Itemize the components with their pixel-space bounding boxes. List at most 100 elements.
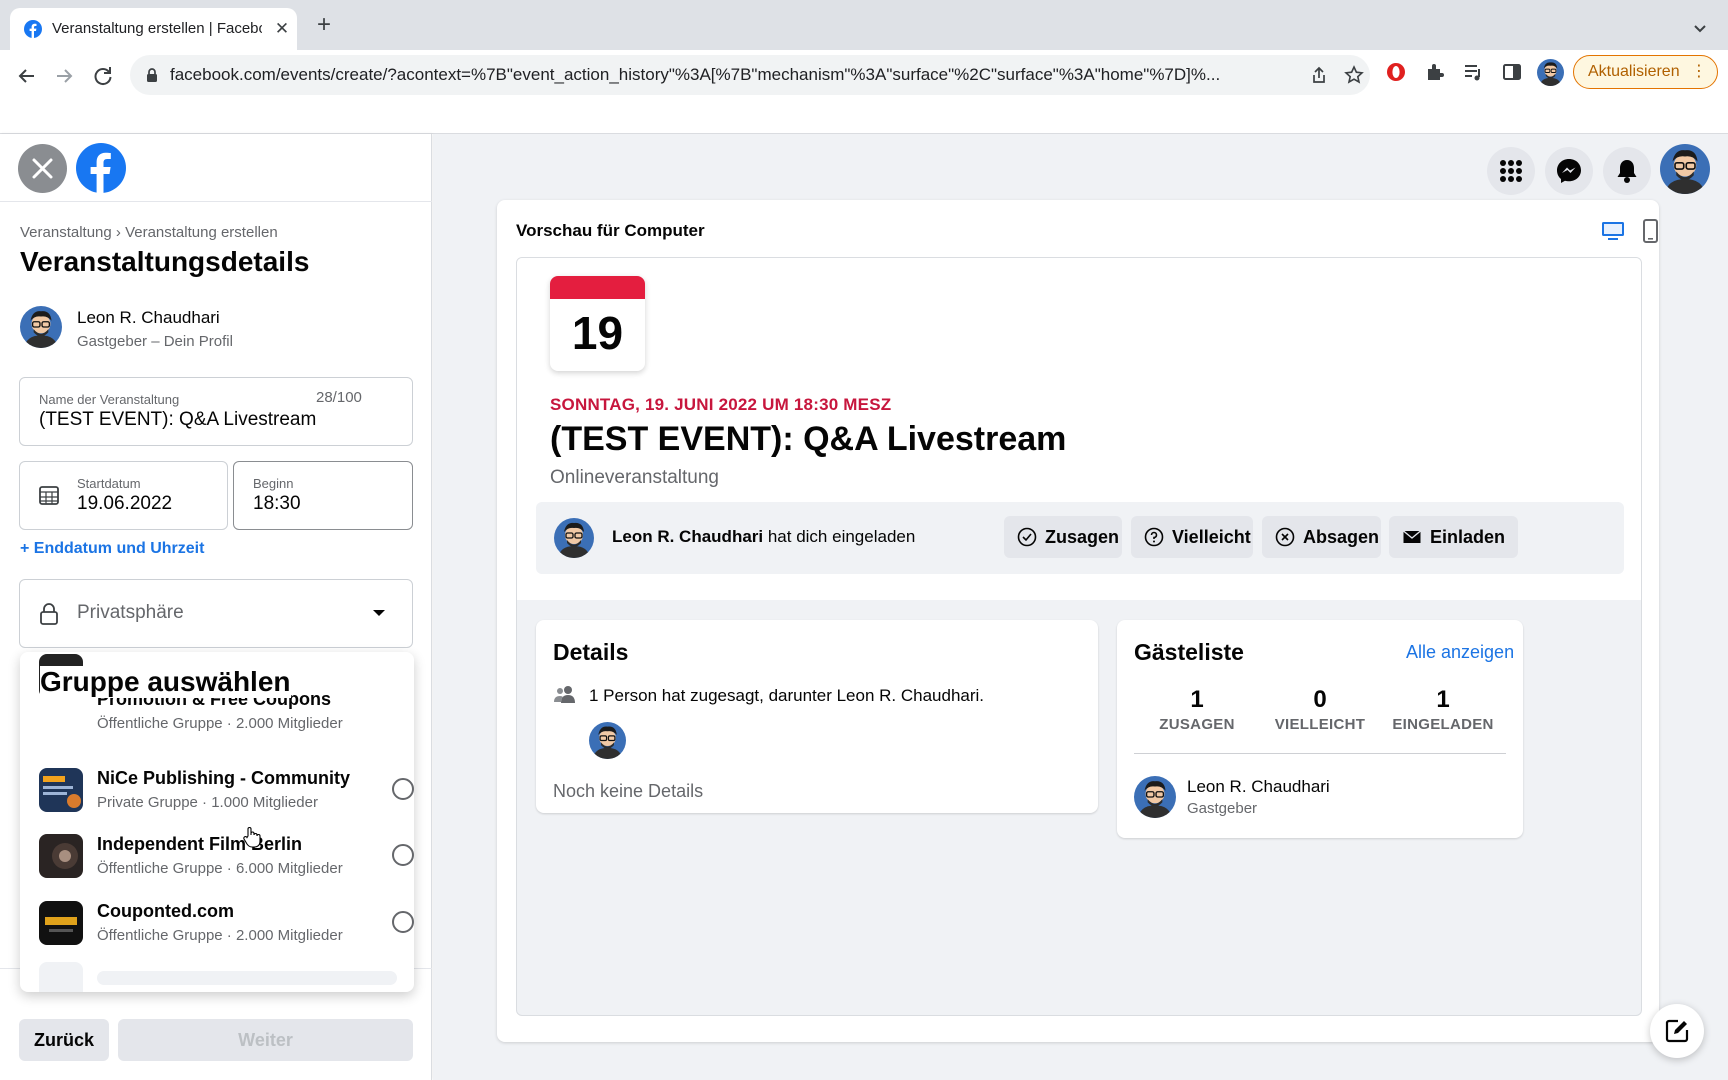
group-radio[interactable] [392, 911, 414, 933]
group-thumbnail [39, 768, 83, 812]
stat-label: ZUSAGEN [1159, 716, 1235, 733]
going-label: Zusagen [1045, 527, 1120, 547]
privacy-select[interactable]: Privatsphäre [19, 579, 413, 648]
desktop-preview-icon[interactable] [1600, 218, 1626, 244]
invite-suffix: hat dich eingeladen [763, 527, 916, 546]
group-option[interactable]: Independent Film Berlin Öffentliche Grup… [20, 829, 414, 891]
forward-arrow-icon[interactable] [49, 61, 79, 91]
lock-icon [40, 603, 58, 625]
lock-icon[interactable] [144, 67, 160, 83]
group-radio[interactable] [392, 778, 414, 800]
start-time-label: Beginn [253, 476, 294, 491]
share-icon[interactable] [1309, 65, 1329, 85]
group-meta: Öffentliche Gruppe · 6.000 Mitglieder [97, 860, 343, 877]
question-circle-icon [1144, 527, 1164, 547]
calendar-badge-icon: 19 [550, 276, 645, 371]
url-text: facebook.com/events/create/?acontext=%7B… [170, 65, 1221, 84]
notifications-button[interactable] [1603, 147, 1651, 195]
stat-maybe[interactable]: 0 VIELLEICHT [1260, 686, 1380, 734]
preview-area: Vorschau für Computer 19 SONNTAG, 19. JU… [433, 134, 1728, 1080]
stat-label: VIELLEICHT [1274, 716, 1366, 733]
event-name-field[interactable]: Name der Veranstaltung 28/100 (TEST EVEN… [19, 377, 413, 446]
guest-list-title: Gästeliste [1134, 639, 1244, 665]
new-tab-icon[interactable]: + [312, 13, 336, 38]
bell-icon [1617, 160, 1637, 183]
stat-invited[interactable]: 1 EINGELADEN [1383, 687, 1503, 734]
guest-name[interactable]: Leon R. Chaudhari [1187, 777, 1330, 797]
new-message-button[interactable] [1650, 1004, 1704, 1058]
preview-card: Vorschau für Computer 19 SONNTAG, 19. JU… [497, 200, 1659, 1042]
opera-extension-icon[interactable] [1385, 61, 1407, 83]
profile-avatar-icon[interactable] [1537, 59, 1564, 86]
next-button[interactable]: Weiter [118, 1019, 413, 1061]
media-control-icon[interactable] [1462, 61, 1484, 83]
invite-label: Einladen [1430, 527, 1506, 547]
group-option[interactable]: Couponted.com Öffentliche Gruppe · 2.000… [20, 896, 414, 958]
update-label: Aktualisieren [1588, 63, 1680, 80]
guest-list-card: Gästeliste Alle anzeigen 1 ZUSAGEN 0 VIE… [1117, 620, 1523, 838]
invite-button[interactable]: Einladen [1389, 516, 1518, 558]
details-empty: Noch keine Details [553, 781, 704, 801]
dropdown-title: Gruppe auswählen [40, 666, 291, 698]
host-subtitle: Gastgeber – Dein Profil [77, 333, 233, 350]
mobile-preview-icon[interactable] [1637, 218, 1663, 244]
bookmark-star-icon[interactable] [1344, 65, 1364, 85]
side-panel-icon[interactable] [1501, 61, 1523, 83]
back-button[interactable]: Zurück [19, 1019, 109, 1061]
breadcrumb: Veranstaltung › Veranstaltung erstellen [20, 224, 278, 241]
page-title: Veranstaltungsdetails [20, 246, 310, 277]
guest-avatar[interactable] [1134, 776, 1176, 818]
group-meta: Öffentliche Gruppe · 2.000 Mitglieder [97, 927, 343, 944]
event-header: 19 SONNTAG, 19. JUNI 2022 UM 18:30 MESZ … [517, 258, 1641, 600]
group-radio[interactable] [392, 844, 414, 866]
add-end-date-link[interactable]: + Enddatum und Uhrzeit [20, 540, 204, 558]
close-icon [32, 158, 53, 179]
group-meta: Private Gruppe · 1.000 Mitglieder [97, 794, 318, 811]
group-name: NiCe Publishing - Community [97, 768, 351, 788]
going-button[interactable]: Zusagen [1004, 516, 1122, 558]
attendee-avatar[interactable] [589, 722, 626, 759]
maybe-button[interactable]: Vielleicht [1131, 516, 1253, 558]
start-time-field[interactable]: Beginn 18:30 [233, 461, 413, 530]
menu-button[interactable] [1487, 147, 1535, 195]
address-bar[interactable]: facebook.com/events/create/?acontext=%7B… [130, 55, 1370, 95]
messenger-icon [1557, 159, 1581, 183]
group-meta: Öffentliche Gruppe · 2.000 Mitglieder [97, 715, 343, 732]
reload-icon[interactable] [88, 61, 118, 91]
envelope-icon [1403, 530, 1421, 543]
placeholder-thumbnail [39, 962, 83, 992]
browser-tab[interactable]: Veranstaltung erstellen | Facebook ✕ [10, 8, 297, 50]
event-type: Onlineveranstaltung [550, 467, 719, 488]
panel-header [0, 134, 432, 202]
inviter-name: Leon R. Chaudhari [612, 527, 764, 546]
tab-title: Veranstaltung erstellen | Facebook [52, 20, 262, 37]
account-avatar[interactable] [1660, 144, 1710, 194]
privacy-label: Privatsphäre [77, 602, 184, 623]
placeholder-line [97, 971, 397, 985]
stat-number: 0 [1313, 686, 1327, 713]
browser-toolbar: facebook.com/events/create/?acontext=%7B… [0, 50, 1728, 134]
group-thumbnail [39, 834, 83, 878]
menu-grid-icon [1500, 160, 1522, 182]
event-preview: 19 SONNTAG, 19. JUNI 2022 UM 18:30 MESZ … [516, 257, 1642, 1016]
back-arrow-icon[interactable] [12, 61, 42, 91]
details-title: Details [553, 639, 629, 665]
group-option[interactable]: NiCe Publishing - Community Private Grup… [20, 763, 414, 825]
facebook-favicon-icon [24, 20, 42, 38]
people-icon [554, 686, 575, 703]
see-all-link[interactable]: Alle anzeigen [1406, 642, 1514, 663]
tab-close-icon[interactable]: ✕ [272, 19, 292, 39]
messenger-button[interactable] [1545, 147, 1593, 195]
extensions-puzzle-icon[interactable] [1424, 61, 1446, 83]
update-button[interactable]: Aktualisieren ⋮ [1573, 55, 1718, 89]
decline-button[interactable]: Absagen [1262, 516, 1381, 558]
hand-cursor-icon [243, 827, 261, 848]
stat-going[interactable]: 1 ZUSAGEN [1137, 687, 1257, 734]
start-date-field[interactable]: Startdatum 19.06.2022 [19, 461, 228, 530]
guest-role: Gastgeber [1187, 800, 1258, 817]
close-button[interactable] [18, 144, 67, 193]
chrome-menu-icon[interactable]: ⋮ [1691, 56, 1707, 88]
details-attendance: 1 Person hat zugesagt, darunter Leon R. … [589, 686, 985, 705]
tab-search-chevron-icon[interactable] [1690, 18, 1710, 38]
facebook-logo-icon[interactable] [76, 143, 126, 193]
